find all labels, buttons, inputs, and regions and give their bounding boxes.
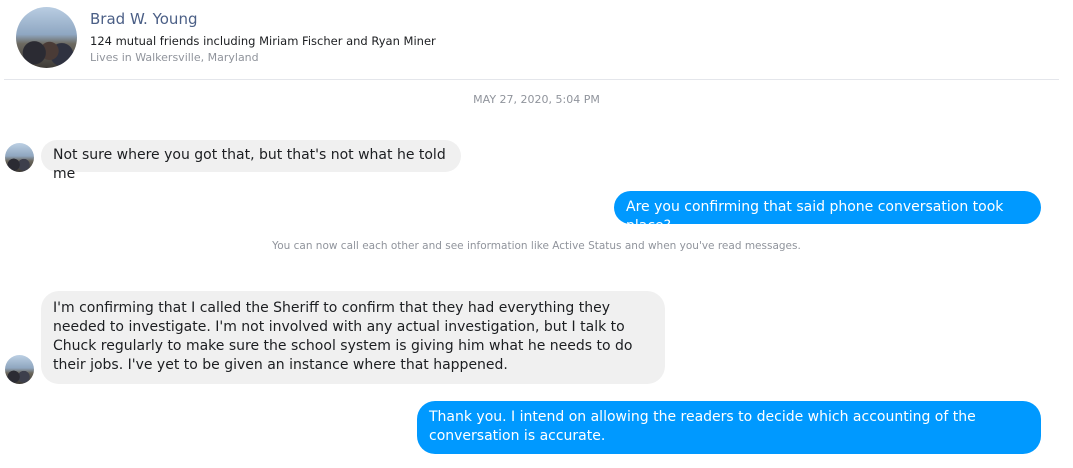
conversation-header: Brad W. Young 124 mutual friends includi… — [0, 0, 1073, 80]
conversation-timestamp: MAY 27, 2020, 5:04 PM — [473, 93, 600, 106]
message-bubble-incoming[interactable]: Not sure where you got that, but that's … — [41, 140, 461, 182]
contact-name[interactable]: Brad W. Young — [90, 10, 197, 28]
header-divider — [4, 79, 1059, 80]
message-bubble-outgoing[interactable]: Are you confirming that said phone conve… — [614, 191, 1041, 234]
message-bubble-outgoing[interactable]: Thank you. I intend on allowing the read… — [417, 401, 1041, 454]
sender-avatar[interactable] — [5, 355, 34, 384]
contact-avatar[interactable] — [16, 7, 77, 68]
mutual-friends-text: 124 mutual friends including Miriam Fisc… — [90, 34, 436, 48]
message-bubble-incoming[interactable]: I'm confirming that I called the Sheriff… — [41, 291, 665, 384]
call-status-notice: You can now call each other and see info… — [272, 240, 801, 252]
contact-location: Lives in Walkersville, Maryland — [90, 51, 259, 64]
sender-avatar[interactable] — [5, 143, 34, 172]
